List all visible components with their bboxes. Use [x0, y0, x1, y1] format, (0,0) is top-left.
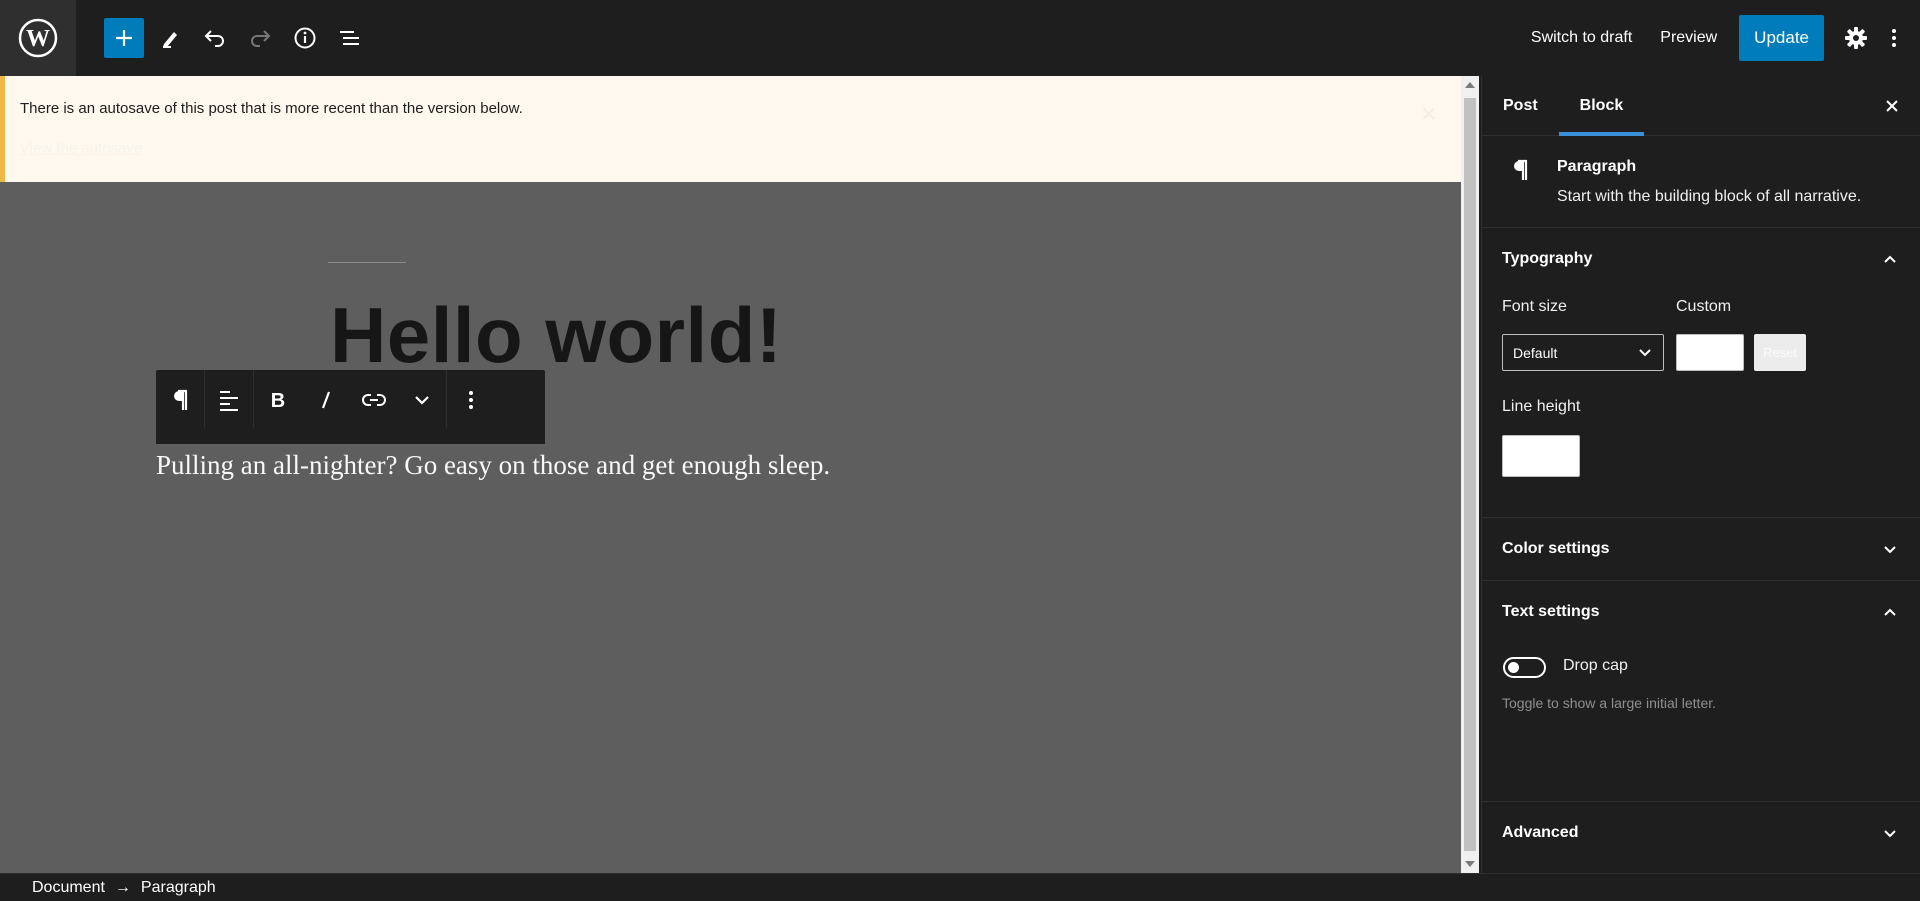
- wordpress-icon: W: [18, 18, 58, 58]
- update-button[interactable]: Update: [1739, 15, 1824, 61]
- wordpress-logo[interactable]: W: [0, 0, 76, 76]
- details-button[interactable]: [283, 16, 327, 60]
- title-separator: [328, 262, 406, 263]
- info-icon: [294, 27, 316, 49]
- link-button[interactable]: [350, 376, 398, 424]
- more-formatting-button[interactable]: [398, 376, 446, 424]
- line-height-input[interactable]: [1502, 435, 1580, 477]
- notice-text: There is an autosave of this post that i…: [20, 100, 523, 117]
- scroll-thumb[interactable]: [1464, 98, 1476, 851]
- italic-icon: [321, 391, 331, 409]
- undo-icon: [204, 30, 224, 47]
- pilcrow-icon: [1510, 158, 1530, 187]
- sidebar-tabs: Post Block: [1482, 76, 1920, 136]
- block-card-title: Paragraph: [1557, 158, 1637, 175]
- more-vertical-icon: [469, 391, 473, 409]
- notice-close-icon[interactable]: ✕: [1420, 102, 1437, 127]
- redo-button[interactable]: [238, 16, 282, 60]
- advanced-title: Advanced: [1502, 824, 1579, 841]
- text-settings-title: Text settings: [1502, 603, 1600, 620]
- color-settings-panel: Color settings: [1482, 518, 1920, 581]
- text-settings-panel: Text settings Drop cap Toggle to show a …: [1482, 581, 1920, 802]
- drop-cap-help: Toggle to show a large initial letter.: [1502, 695, 1717, 711]
- chevron-down-icon: [1880, 823, 1900, 843]
- bold-icon: B: [271, 390, 285, 411]
- font-size-select[interactable]: Default: [1502, 334, 1664, 371]
- scroll-up-arrow[interactable]: [1465, 82, 1475, 88]
- chevron-down-icon: [1637, 344, 1653, 363]
- font-size-value: Default: [1513, 344, 1558, 361]
- toolbar-underlay: [156, 428, 545, 444]
- more-vertical-icon: [1892, 29, 1896, 47]
- add-block-button[interactable]: [104, 18, 144, 58]
- text-settings-toggle[interactable]: Text settings: [1482, 581, 1920, 643]
- undo-button[interactable]: [193, 16, 237, 60]
- breadcrumb-document[interactable]: Document: [32, 879, 105, 897]
- chevron-up-icon: [1880, 249, 1900, 269]
- align-left-icon: [220, 391, 238, 411]
- scroll-down-arrow[interactable]: [1465, 861, 1475, 867]
- preview-button[interactable]: Preview: [1646, 16, 1731, 60]
- tab-post[interactable]: Post: [1482, 76, 1559, 136]
- editor-canvas[interactable]: There is an autosave of this post that i…: [0, 76, 1461, 873]
- chevron-down-icon: [415, 396, 429, 405]
- list-view-button[interactable]: [328, 16, 372, 60]
- tab-block[interactable]: Block: [1558, 76, 1645, 136]
- drop-cap-toggle[interactable]: [1503, 657, 1546, 678]
- view-autosave-link[interactable]: View the autosave: [20, 140, 142, 157]
- toggle-knob: [1508, 662, 1519, 673]
- breadcrumb-arrow: →: [114, 878, 131, 896]
- pilcrow-icon: [174, 389, 188, 410]
- post-title[interactable]: Hello world!: [330, 290, 782, 381]
- color-settings-title: Color settings: [1502, 540, 1610, 557]
- plus-icon: [116, 30, 132, 46]
- typography-title: Typography: [1502, 250, 1593, 267]
- switch-to-draft-button[interactable]: Switch to draft: [1517, 16, 1646, 60]
- transform-block-button[interactable]: [156, 376, 204, 424]
- block-options-button[interactable]: [447, 376, 495, 424]
- font-size-label: Font size: [1502, 298, 1567, 315]
- svg-text:W: W: [26, 26, 50, 52]
- align-button[interactable]: [205, 376, 253, 424]
- chevron-down-icon: [1880, 539, 1900, 559]
- block-toolbar: B: [156, 370, 545, 430]
- custom-font-size-input[interactable]: [1676, 334, 1744, 371]
- breadcrumb-paragraph[interactable]: Paragraph: [141, 879, 216, 897]
- tools-button[interactable]: [148, 16, 192, 60]
- chevron-up-icon: [1880, 602, 1900, 622]
- autosave-notice: There is an autosave of this post that i…: [0, 76, 1461, 182]
- block-card-description: Start with the building block of all nar…: [1557, 188, 1862, 205]
- advanced-toggle[interactable]: Advanced: [1482, 802, 1920, 864]
- gear-icon: [1845, 27, 1867, 49]
- block-breadcrumb: Document → Paragraph: [0, 873, 1920, 901]
- options-button[interactable]: [1876, 18, 1912, 58]
- typography-panel-toggle[interactable]: Typography: [1482, 228, 1920, 290]
- line-height-label: Line height: [1502, 398, 1581, 415]
- drop-cap-label: Drop cap: [1563, 657, 1628, 674]
- pencil-icon: [163, 32, 177, 48]
- typography-panel: Typography Font size Custom Default Rese…: [1482, 228, 1920, 518]
- italic-button[interactable]: [302, 376, 350, 424]
- reset-button[interactable]: Reset: [1754, 334, 1806, 371]
- advanced-panel: Advanced: [1482, 802, 1920, 864]
- svg-text:B: B: [271, 390, 285, 411]
- custom-label: Custom: [1676, 298, 1732, 315]
- color-settings-toggle[interactable]: Color settings: [1482, 518, 1920, 580]
- list-view-icon: [340, 31, 359, 45]
- block-card: Paragraph Start with the building block …: [1482, 136, 1920, 228]
- paragraph-block[interactable]: Pulling an all-nighter? Go easy on those…: [156, 450, 830, 481]
- settings-button[interactable]: [1836, 18, 1876, 58]
- settings-sidebar: Post Block Paragraph Start with the buil…: [1481, 76, 1920, 873]
- link-icon: [362, 394, 386, 406]
- top-toolbar: W Switch to draft Preview Update: [0, 0, 1920, 76]
- bold-button[interactable]: B: [254, 376, 302, 424]
- close-icon: [1886, 100, 1898, 112]
- redo-icon: [251, 30, 271, 47]
- close-sidebar-button[interactable]: [1882, 96, 1902, 116]
- editor-scrollbar[interactable]: [1461, 76, 1479, 873]
